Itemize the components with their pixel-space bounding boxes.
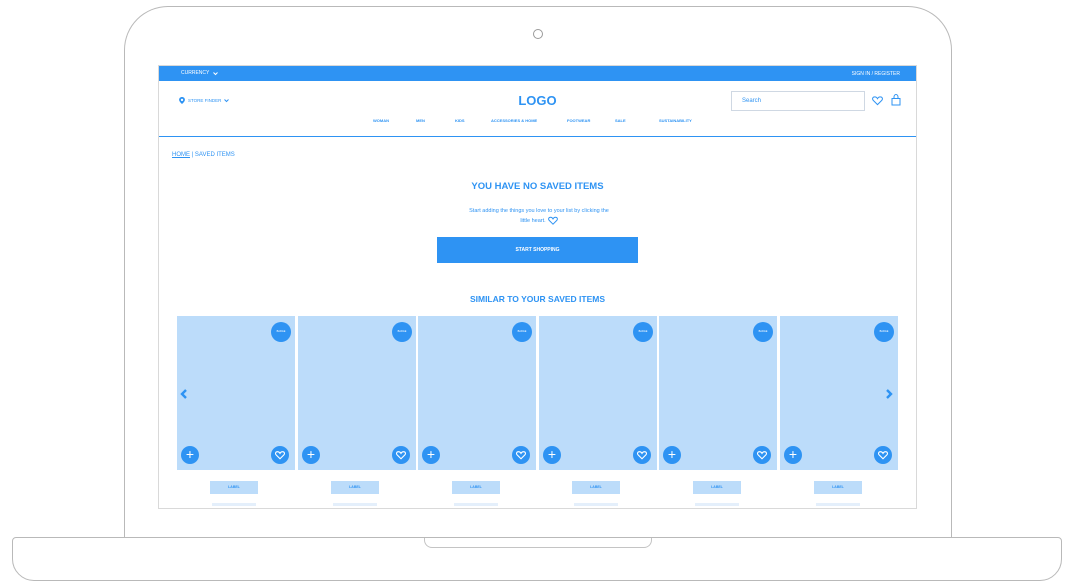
nav-item-kids[interactable]: KIDS xyxy=(455,118,465,123)
main-navigation: WOMAN MEN KIDS ACCESSORIES & HOME FOOTWE… xyxy=(159,118,916,127)
currency-label: CURRENCY xyxy=(181,70,210,76)
breadcrumb-home-link[interactable]: HOME xyxy=(172,152,190,158)
empty-state-line-2-text: little heart. xyxy=(520,218,546,224)
plus-icon: + xyxy=(547,446,557,462)
laptop-base-notch xyxy=(424,538,652,548)
nav-item-accessories-home[interactable]: ACCESSORIES & HOME xyxy=(491,118,537,123)
header-divider xyxy=(159,136,916,137)
save-item-button[interactable] xyxy=(753,446,771,464)
breadcrumb: HOME | SAVED ITEMS xyxy=(172,152,235,158)
product-badge: BADGE xyxy=(633,322,653,342)
save-item-button[interactable] xyxy=(874,446,892,464)
product-name-placeholder xyxy=(695,503,739,506)
save-item-button[interactable] xyxy=(271,446,289,464)
product-label: LABEL xyxy=(452,481,500,494)
product-label: LABEL xyxy=(210,481,258,494)
product-name-placeholder xyxy=(212,503,256,506)
nav-item-men[interactable]: MEN xyxy=(416,118,425,123)
product-badge: BADGE xyxy=(753,322,773,342)
product-name-placeholder xyxy=(454,503,498,506)
product-label: LABEL xyxy=(331,481,379,494)
top-utility-bar: CURRENCY SIGN IN / REGISTER xyxy=(159,66,916,81)
product-badge: BADGE xyxy=(271,322,291,342)
nav-item-woman[interactable]: WOMAN xyxy=(373,118,389,123)
webcam xyxy=(533,29,543,39)
bag-icon[interactable] xyxy=(891,94,901,106)
save-item-button[interactable] xyxy=(392,446,410,464)
add-to-bag-button[interactable]: + xyxy=(543,446,561,464)
chevron-down-icon xyxy=(213,71,219,75)
currency-selector[interactable]: CURRENCY xyxy=(181,70,219,76)
breadcrumb-current: SAVED ITEMS xyxy=(194,152,235,158)
product-badge: BADGE xyxy=(874,322,894,342)
save-item-button[interactable] xyxy=(633,446,651,464)
add-to-bag-button[interactable]: + xyxy=(181,446,199,464)
nav-item-sale[interactable]: SALE xyxy=(615,118,626,123)
nav-item-footwear[interactable]: FOOTWEAR xyxy=(567,118,590,123)
heart-icon xyxy=(547,216,558,225)
product-card[interactable]: BADGE + xyxy=(659,316,777,470)
empty-state-message: Start adding the things you love to your… xyxy=(439,206,639,226)
similar-items-title: SIMILAR TO YOUR SAVED ITEMS xyxy=(469,294,606,304)
plus-icon: + xyxy=(788,446,798,462)
empty-state-line-2: little heart. xyxy=(439,216,639,226)
search-input[interactable]: Search xyxy=(731,91,865,111)
heart-icon[interactable] xyxy=(872,95,883,106)
product-name-placeholder xyxy=(816,503,860,506)
empty-state-line-1: Start adding the things you love to your… xyxy=(469,208,609,214)
add-to-bag-button[interactable]: + xyxy=(422,446,440,464)
breadcrumb-separator: | xyxy=(191,152,194,158)
add-to-bag-button[interactable]: + xyxy=(663,446,681,464)
chevron-right-icon[interactable] xyxy=(883,388,895,400)
product-card[interactable]: BADGE + xyxy=(298,316,416,470)
product-card[interactable]: BADGE + xyxy=(418,316,536,470)
add-to-bag-button[interactable]: + xyxy=(784,446,802,464)
add-to-bag-button[interactable]: + xyxy=(302,446,320,464)
product-badge: BADGE xyxy=(512,322,532,342)
product-label: LABEL xyxy=(814,481,862,494)
product-name-placeholder xyxy=(333,503,377,506)
plus-icon: + xyxy=(185,446,195,462)
plus-icon: + xyxy=(667,446,677,462)
product-label: LABEL xyxy=(693,481,741,494)
sign-in-register-link[interactable]: SIGN IN / REGISTER xyxy=(852,71,900,77)
browser-screen: CURRENCY SIGN IN / REGISTER STORE FINDER… xyxy=(159,66,916,508)
plus-icon: + xyxy=(306,446,316,462)
product-card[interactable]: BADGE + xyxy=(539,316,657,470)
empty-state-title: YOU HAVE NO SAVED ITEMS xyxy=(471,181,604,192)
chevron-left-icon[interactable] xyxy=(178,388,190,400)
product-badge: BADGE xyxy=(392,322,412,342)
product-card[interactable]: BADGE + xyxy=(177,316,295,470)
product-label: LABEL xyxy=(572,481,620,494)
product-card[interactable]: BADGE + xyxy=(780,316,898,470)
plus-icon: + xyxy=(426,446,436,462)
save-item-button[interactable] xyxy=(512,446,530,464)
nav-item-sustainability[interactable]: SUSTAINABILITY xyxy=(659,118,692,123)
product-name-placeholder xyxy=(574,503,618,506)
start-shopping-button[interactable]: START SHOPPING xyxy=(437,237,638,263)
